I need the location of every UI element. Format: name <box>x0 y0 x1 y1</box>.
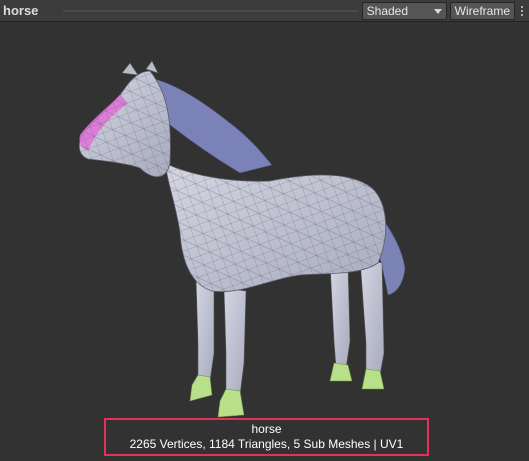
wireframe-button[interactable]: Wireframe <box>449 1 515 20</box>
hoof <box>329 362 353 382</box>
hoof <box>217 388 245 418</box>
preview-title: horse <box>3 3 39 18</box>
mesh-info-overlay: horse 2265 Vertices, 1184 Triangles, 5 S… <box>104 418 429 456</box>
chevron-down-icon <box>433 8 442 14</box>
toolbar-divider <box>63 9 358 12</box>
mesh-stats: 2265 Vertices, 1184 Triangles, 5 Sub Mes… <box>129 437 404 451</box>
horse-mesh <box>78 60 406 418</box>
preview-toolbar: horse Shaded Wireframe <box>0 0 529 22</box>
kebab-menu-icon[interactable] <box>515 2 529 20</box>
hoof <box>189 374 213 402</box>
mesh-preview-viewport[interactable] <box>0 23 529 461</box>
shading-mode-label: Shaded <box>366 3 409 18</box>
mesh-name: horse <box>251 422 282 436</box>
shading-mode-dropdown[interactable]: Shaded <box>361 1 447 20</box>
